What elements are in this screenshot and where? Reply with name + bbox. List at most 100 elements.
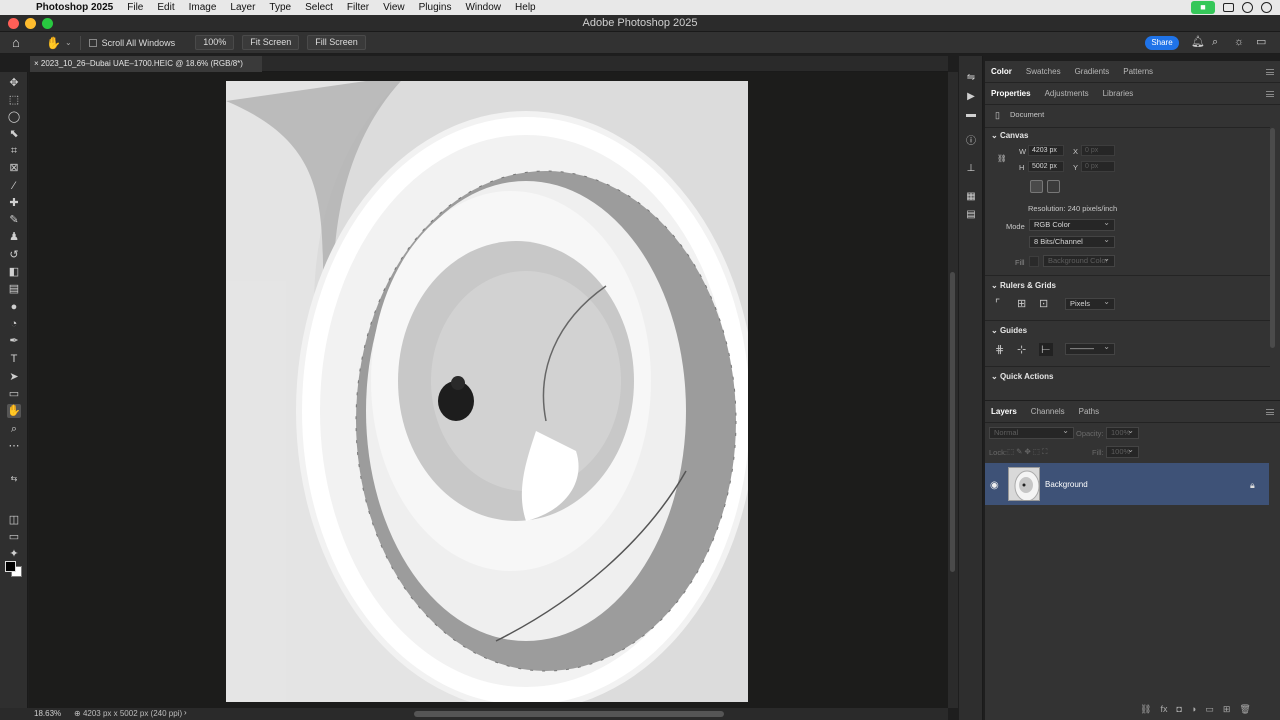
document-info[interactable]: ⊕ 4203 px x 5002 px (240 ppi) [74,709,182,718]
discover-icon[interactable]: ☼ [1234,37,1245,48]
dodge-tool-icon[interactable]: ◔ [7,317,21,331]
mode-dropdown[interactable]: RGB Color [1029,218,1115,231]
crop-tool-icon[interactable]: ⌗ [7,144,21,158]
height-field[interactable]: 5002 px [1028,161,1064,172]
path-selection-tool-icon[interactable]: ➤ [7,370,21,384]
layer-visibility-eye-icon[interactable]: ◉ [990,480,999,491]
scrollbar-thumb[interactable] [950,272,955,572]
document-tab[interactable]: × 2023_10_26–Dubai UAE–1700.HEIC @ 18.6%… [30,56,262,72]
new-layer-icon[interactable]: ⊞ [1223,704,1231,715]
app-name-menu[interactable]: Photoshop 2025 [36,2,113,13]
bit-depth-dropdown[interactable]: 8 Bits/Channel [1029,235,1115,248]
facetime-icon[interactable]: ■ [1191,1,1215,14]
pen-tool-icon[interactable]: ✒ [7,334,21,348]
screen-mode-icon[interactable]: ▭ [7,530,21,544]
bell-icon[interactable]: 🔔︎ [1191,37,1205,48]
fit-screen-button[interactable]: Fit Screen [242,35,300,50]
quick-mask-icon[interactable]: ◫ [7,513,21,527]
tab-color[interactable]: Color [991,67,1012,76]
type-tool-icon[interactable]: T [7,352,21,366]
scroll-all-windows-checkbox[interactable] [88,38,97,47]
status-chevron-icon[interactable]: › [184,708,187,717]
screen-icon[interactable] [1223,3,1234,12]
canvas-area[interactable] [29,72,948,708]
menu-plugins[interactable]: Plugins [419,2,452,13]
tab-properties[interactable]: Properties [991,89,1031,98]
pixel-grid-icon[interactable]: ⊡ [1039,297,1048,310]
rulers-icon[interactable]: ⌜ [995,297,1000,310]
info-icon[interactable]: ⓘ [965,136,977,148]
eraser-tool-icon[interactable]: ◧ [7,265,21,279]
add-guides-icon[interactable]: ⊹ [1017,343,1026,356]
portrait-orientation-button[interactable] [1030,180,1043,193]
marquee-tool-icon[interactable]: ⬚ [7,93,21,107]
menu-edit[interactable]: Edit [157,2,174,13]
object-selection-tool-icon[interactable]: ⬉ [7,127,21,141]
link-layers-icon[interactable]: ⛓ [1140,704,1151,715]
rulers-grids-section-title[interactable]: ⌄ Rulers & Grids [991,281,1056,290]
frame-tool-icon[interactable]: ⊠ [7,161,21,175]
chevron-down-icon[interactable]: ⌄ [65,38,72,47]
lasso-tool-icon[interactable]: ◯ [7,110,21,124]
document-canvas-image[interactable] [226,81,748,702]
tab-patterns[interactable]: Patterns [1123,67,1153,76]
properties-scrollbar[interactable] [1270,128,1275,348]
search-icon[interactable]: ⌕ [1212,37,1223,48]
fill-swatch[interactable] [1029,256,1039,267]
guides-section-title[interactable]: ⌄ Guides [991,326,1027,335]
quick-actions-section-title[interactable]: ⌄ Quick Actions [991,372,1053,381]
menu-type[interactable]: Type [269,2,291,13]
menu-view[interactable]: View [383,2,405,13]
actions-play-icon[interactable]: ▶ [965,91,977,103]
menu-window[interactable]: Window [465,2,501,13]
foreground-color-swatch[interactable] [5,561,16,572]
history-icon[interactable]: ⇋ [965,72,977,84]
default-colors-icon[interactable]: ⇆ [7,472,21,486]
tab-channels[interactable]: Channels [1031,407,1065,416]
add-mask-icon[interactable]: ◘ [1176,704,1181,715]
blur-tool-icon[interactable]: ● [7,300,21,314]
layer-style-fx-icon[interactable]: fx [1160,704,1167,715]
tab-paths[interactable]: Paths [1079,407,1099,416]
notes-icon[interactable]: ▤ [965,209,977,221]
rectangle-tool-icon[interactable]: ▭ [7,387,21,401]
adjustment-layer-icon[interactable]: ◑ [1191,704,1196,715]
canvas-vertical-scrollbar[interactable] [948,72,958,708]
share-button[interactable]: Share [1145,36,1179,50]
width-field[interactable]: 4203 px [1028,145,1064,156]
gradient-tool-icon[interactable]: ▤ [7,282,21,296]
ruler-units-dropdown[interactable]: Pixels [1065,297,1115,310]
smart-guides-icon[interactable]: ⊢ [1039,343,1053,356]
eyedropper-tool-icon[interactable]: ⁄ [7,179,21,193]
canvas-section-title[interactable]: ⌄ Canvas [991,131,1028,140]
zoom-tool-icon[interactable]: ⌕ [7,422,21,436]
panel-menu-icon[interactable] [1266,409,1274,415]
workspace-icon[interactable]: ▭ [1256,37,1267,48]
close-tab-icon[interactable]: × [34,59,41,68]
lock-options-icon[interactable]: ⬚ ✎ ✥ ⬚ ⛶ [1007,447,1047,457]
canvas-horizontal-scrollbar[interactable] [414,711,724,717]
opacity-field[interactable]: 100% [1106,426,1139,439]
guides-icon[interactable]: ⋕ [995,343,1004,356]
layer-lock-icon[interactable]: 🔒︎ [1250,480,1255,491]
panel-menu-icon[interactable] [1266,91,1274,97]
menu-file[interactable]: File [127,2,143,13]
more-tools-icon[interactable]: ⋯ [7,439,21,453]
delete-layer-icon[interactable]: 🗑︎ [1239,704,1250,715]
fill-dropdown[interactable]: Background Color [1043,254,1115,267]
control-center-icon[interactable] [1242,2,1253,13]
home-icon[interactable]: ⌂ [12,35,26,50]
generative-icon[interactable]: ✦ [7,547,21,561]
tab-swatches[interactable]: Swatches [1026,67,1061,76]
comments-icon[interactable]: ▬ [965,109,977,121]
clone-stamp-tool-icon[interactable]: ♟ [7,230,21,244]
healing-brush-tool-icon[interactable]: ✚ [7,196,21,210]
fill-opacity-field[interactable]: 100% [1106,445,1139,458]
hand-tool-icon[interactable]: ✋ [46,36,61,50]
stamp-icon[interactable]: ⊥ [965,163,977,175]
tab-layers[interactable]: Layers [991,407,1017,416]
y-field[interactable]: 0 px [1081,161,1115,172]
tab-gradients[interactable]: Gradients [1075,67,1110,76]
menu-help[interactable]: Help [515,2,536,13]
new-group-icon[interactable]: ▭ [1205,704,1214,715]
